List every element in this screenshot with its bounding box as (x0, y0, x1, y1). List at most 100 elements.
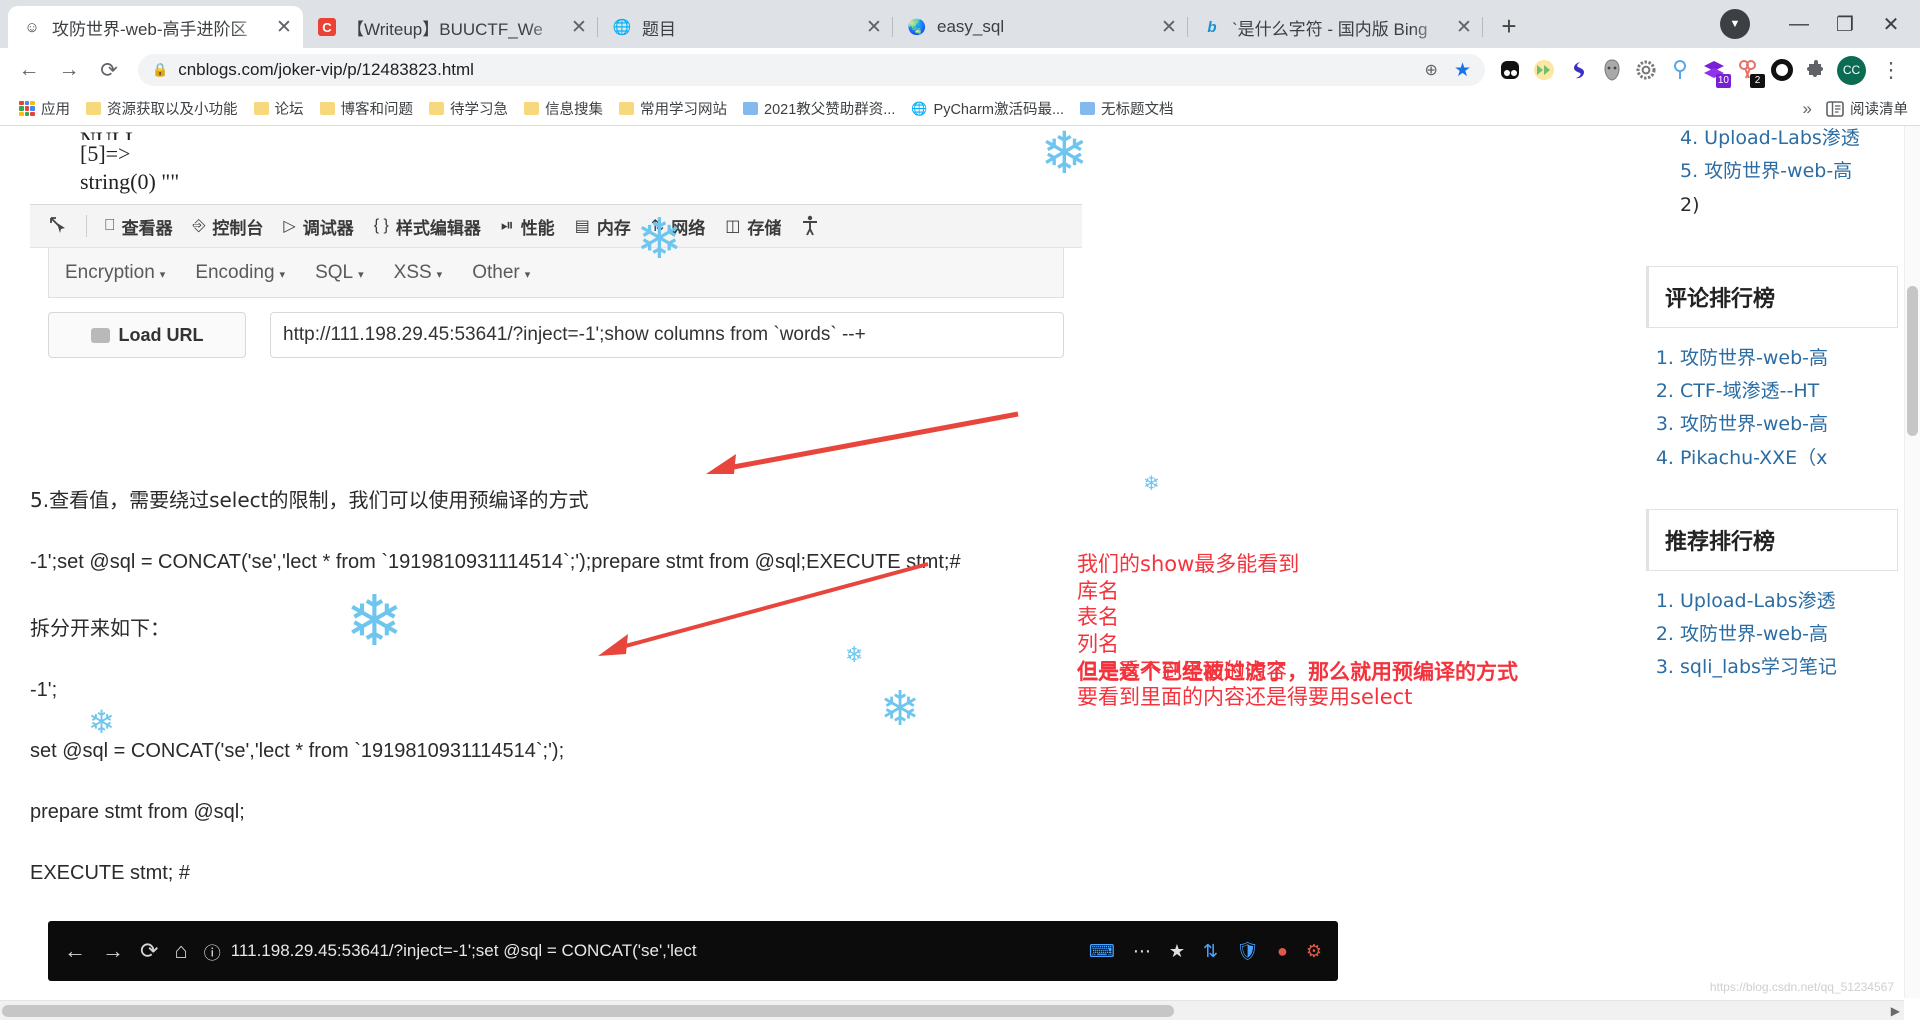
scroll-right-arrow[interactable]: ▶ (1891, 1004, 1900, 1018)
devtools-tab-console[interactable]: ⎆ 控制台 (185, 210, 272, 243)
devtools-tab-inspector[interactable]: ⎕ 查看器 (97, 210, 181, 243)
vertical-scrollbar[interactable] (1904, 126, 1920, 998)
hackbar-menu-label: Other (472, 261, 520, 283)
vertical-scrollbar-thumb[interactable] (1907, 286, 1918, 436)
sidebar-list-item[interactable]: 攻防世界-web-高 (1680, 408, 1898, 441)
star-icon[interactable]: ★ (1169, 941, 1185, 962)
reload-button[interactable]: ⟳ (90, 51, 128, 89)
embedded-reload-button[interactable]: ⟳ (140, 938, 158, 964)
hackbar-menu-encoding[interactable]: Encoding ▾ (195, 262, 285, 284)
profile-dropdown-icon[interactable]: ▼ (1720, 9, 1750, 39)
hackbar-menu-sql[interactable]: SQL ▾ (315, 262, 364, 284)
circle-ring-icon[interactable] (1767, 55, 1797, 85)
devtools-tab-debugger[interactable]: ▷ 调试器 (275, 210, 361, 243)
bookmarks-overflow-button[interactable]: » (1803, 99, 1812, 119)
new-tab-button[interactable]: + (1489, 6, 1529, 46)
bookmark-item-7[interactable]: 🌐 PyCharm激活码最... (904, 95, 1071, 122)
sidebar-list-item[interactable]: sqli_labs学习笔记 (1680, 651, 1898, 684)
bookmark-item-3[interactable]: 待学习急 (422, 95, 515, 122)
bookmark-item-6[interactable]: 2021教父赞助群资... (736, 95, 902, 122)
devtools-tab-memory[interactable]: ▤ 内存 (567, 210, 639, 243)
forward-button[interactable]: → (50, 51, 88, 89)
gear-extension-icon[interactable] (1631, 55, 1661, 85)
avatar[interactable]: CC (1837, 55, 1866, 85)
bookmark-item-2[interactable]: 博客和问题 (313, 95, 421, 122)
element-picker-icon[interactable] (40, 212, 76, 240)
dark-reader-icon[interactable] (1495, 55, 1525, 85)
horizontal-scrollbar-thumb[interactable] (2, 1005, 1174, 1017)
embedded-back-button[interactable]: ← (64, 938, 86, 964)
devtools-tab-style-editor[interactable]: { } 样式编辑器 (366, 210, 489, 243)
bookmark-item-4[interactable]: 信息搜集 (517, 95, 610, 122)
load-url-icon (90, 327, 110, 343)
embedded-forward-button[interactable]: → (102, 938, 124, 964)
embedded-home-button[interactable]: ⌂ (174, 938, 187, 964)
chevron-down-icon: ▾ (159, 268, 166, 281)
gear-icon[interactable]: ⚙ (1306, 941, 1322, 962)
books-stack-icon[interactable]: 10 (1699, 55, 1731, 88)
location-pin-icon[interactable] (1665, 55, 1695, 85)
hackbar-menu-xss[interactable]: XSS ▾ (394, 262, 443, 284)
maximize-button[interactable]: ❐ (1822, 0, 1868, 48)
shield-icon[interactable]: 🛡 (1236, 941, 1259, 962)
puzzle-piece-icon[interactable] (1801, 55, 1831, 85)
sidebar-list-item[interactable]: Pikachu-XXE（x (1680, 442, 1898, 475)
bookmark-item-5[interactable]: 常用学习网站 (612, 95, 734, 122)
tab-close-button[interactable]: ✕ (861, 14, 887, 40)
browser-tab-3[interactable]: 🌏 easy_sql ✕ (893, 6, 1188, 48)
record-icon[interactable]: ● (1277, 941, 1288, 962)
browser-tab-0[interactable]: ☺ 攻防世界-web-高手进阶区 ✕ (8, 6, 303, 48)
bookmark-apps[interactable]: 应用 (12, 95, 77, 122)
devtools-tab-storage[interactable]: ◫ 存储 (717, 210, 789, 243)
address-bar[interactable]: 🔒 cnblogs.com/joker-vip/p/12483823.html … (138, 54, 1485, 86)
tab-close-button[interactable]: ✕ (271, 14, 297, 40)
hackbar-menu-encryption[interactable]: Encryption ▾ (65, 262, 165, 284)
sidebar-list-item[interactable]: Upload-Labs渗透 (1680, 585, 1898, 618)
bookmark-item-1[interactable]: 论坛 (247, 95, 311, 122)
sidebar-list-item[interactable]: 攻防世界-web-高 (1680, 618, 1898, 651)
sidebar-comment-list: 攻防世界-web-高 CTF-域渗透--HT 攻防世界-web-高 Pikach… (1646, 342, 1898, 475)
hackbar-url-input[interactable]: http://111.198.29.45:53641/?inject=-1';s… (270, 312, 1064, 359)
more-icon[interactable]: ⋯ (1133, 941, 1151, 962)
minimize-button[interactable]: — (1776, 0, 1822, 48)
bookmark-item-8[interactable]: 无标题文档 (1073, 95, 1181, 122)
reading-list-button[interactable]: 阅读清单 (1826, 98, 1908, 119)
bookmark-star-icon[interactable]: ★ (1454, 59, 1471, 82)
hackbar-menu-other[interactable]: Other ▾ (472, 262, 530, 284)
bookmark-label: 资源获取以及小功能 (107, 102, 238, 118)
browser-tab-4[interactable]: b `是什么字符 - 国内版 Bing ✕ (1188, 6, 1483, 48)
tab-close-button[interactable]: ✕ (1156, 14, 1182, 40)
sidebar-list-item[interactable]: 4. Upload-Labs渗透 (1680, 126, 1898, 155)
zoom-icon[interactable]: ⊕ (1425, 60, 1438, 80)
keyboard-icon[interactable]: ⌨ (1089, 941, 1115, 962)
sidebar-list-item[interactable]: 5. 攻防世界-web-高 (1680, 155, 1898, 188)
close-window-button[interactable]: ✕ (1868, 0, 1914, 48)
browser-tab-2[interactable]: 🌐 题目 ✕ (598, 6, 893, 48)
browser-tab-1[interactable]: C 【Writeup】BUUCTF_We ✕ (303, 6, 598, 48)
simplenote-icon[interactable] (1563, 55, 1593, 85)
hackbar-menu-label: SQL (315, 261, 354, 283)
load-url-button[interactable]: Load URL (48, 312, 246, 359)
sync-icon[interactable]: ⇅ (1203, 941, 1218, 962)
lock-icon: 🔒 (152, 62, 169, 77)
sidebar-list-item[interactable]: CTF-域渗透--HT (1680, 375, 1898, 408)
article-paragraph-4: set @sql = CONCAT('se','lect * from `191… (30, 740, 565, 762)
ribbon-icon[interactable]: 2 (1733, 55, 1765, 88)
embedded-address-bar[interactable]: ⓘ 111.198.29.45:53641/?inject=-1';set @s… (203, 932, 1073, 970)
sidebar-list-item[interactable]: 攻防世界-web-高 (1680, 342, 1898, 375)
sidebar-top-list: 4. Upload-Labs渗透 5. 攻防世界-web-高 2) (1646, 126, 1898, 222)
bookmark-label: 博客和问题 (340, 102, 414, 118)
folder-icon (86, 102, 101, 115)
snowflake-icon: ❄ (1040, 126, 1089, 186)
accessibility-icon[interactable] (793, 211, 827, 241)
horizontal-scrollbar[interactable]: ◀ ▶ (0, 1000, 1904, 1020)
fast-forward-icon[interactable] (1529, 55, 1559, 85)
tab-close-button[interactable]: ✕ (1451, 14, 1477, 40)
devtools-tab-performance[interactable]: ⏯ 性能 (493, 210, 563, 243)
bookmark-item-0[interactable]: 资源获取以及小功能 (79, 95, 245, 122)
browser-menu-button[interactable]: ⋮ (1872, 51, 1910, 89)
mask-icon[interactable] (1597, 55, 1627, 85)
back-button[interactable]: ← (10, 51, 48, 89)
bookmark-label: PyCharm激活码最... (933, 102, 1065, 118)
tab-close-button[interactable]: ✕ (566, 14, 592, 40)
